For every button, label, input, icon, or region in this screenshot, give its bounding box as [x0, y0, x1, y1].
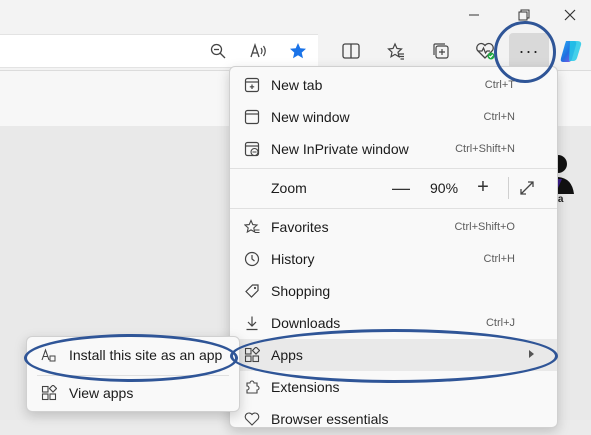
download-icon — [244, 315, 260, 331]
menu-item-zoom: Zoom — 90% + — [230, 172, 557, 204]
shortcut-label: Ctrl+H — [483, 253, 515, 265]
menu-item-new-window[interactable]: New window Ctrl+N — [230, 101, 557, 133]
favorite-star-icon[interactable] — [287, 40, 309, 62]
history-icon — [244, 251, 260, 267]
submenu-item-label: View apps — [69, 385, 134, 401]
zoom-in-button[interactable]: + — [475, 177, 491, 197]
menu-item-label: Zoom — [271, 180, 307, 196]
extensions-icon — [244, 379, 260, 395]
menu-divider — [230, 168, 557, 169]
menu-item-shopping[interactable]: Shopping — [230, 275, 557, 307]
menu-item-label: New InPrivate window — [271, 141, 409, 157]
menu-item-favorites[interactable]: Favorites Ctrl+Shift+O — [230, 211, 557, 243]
browser-essentials-icon — [244, 411, 260, 427]
menu-item-label: Favorites — [271, 219, 329, 235]
menu-item-new-tab[interactable]: New tab Ctrl+T — [230, 69, 557, 101]
submenu-divider — [37, 375, 229, 376]
chevron-right-icon — [529, 350, 534, 358]
split-screen-icon[interactable] — [340, 40, 362, 62]
new-window-icon — [244, 109, 260, 125]
view-apps-icon — [41, 384, 58, 401]
menu-item-downloads[interactable]: Downloads Ctrl+J — [230, 307, 557, 339]
menu-item-label: New tab — [271, 77, 323, 93]
zoom-divider — [508, 177, 509, 199]
shopping-tag-icon — [244, 283, 260, 299]
menu-item-label: Extensions — [271, 379, 340, 395]
address-bar[interactable] — [0, 34, 318, 68]
menu-item-label: Apps — [271, 347, 303, 363]
settings-more-icon: ··· — [518, 40, 540, 61]
shortcut-label: Ctrl+N — [483, 111, 515, 123]
read-aloud-icon[interactable] — [248, 40, 270, 62]
zoom-out-button[interactable]: — — [392, 178, 410, 198]
menu-item-label: New window — [271, 109, 350, 125]
fullscreen-icon[interactable] — [519, 180, 535, 196]
browser-essentials-icon[interactable] — [474, 40, 496, 62]
submenu-item-view-apps[interactable]: View apps — [27, 377, 239, 409]
install-app-icon — [41, 347, 57, 363]
menu-divider — [230, 208, 557, 209]
apps-submenu: Install this site as an app View apps — [26, 336, 240, 412]
copilot-icon[interactable] — [558, 38, 584, 64]
title-bar — [0, 0, 591, 30]
restore-icon[interactable] — [513, 6, 535, 24]
menu-item-apps[interactable]: Apps — [230, 339, 557, 371]
settings-more-button[interactable]: ··· — [509, 33, 549, 69]
apps-icon — [244, 346, 261, 363]
menu-item-label: History — [271, 251, 315, 267]
shortcut-label: Ctrl+Shift+O — [454, 221, 515, 233]
menu-item-label: Shopping — [271, 283, 331, 299]
settings-menu: New tab Ctrl+T New window Ctrl+N New InP… — [229, 66, 558, 428]
zoom-out-icon[interactable] — [207, 40, 229, 62]
menu-item-history[interactable]: History Ctrl+H — [230, 243, 557, 275]
collections-icon[interactable] — [430, 40, 452, 62]
shortcut-label: Ctrl+Shift+N — [455, 143, 515, 155]
favorites-icon[interactable] — [385, 40, 407, 62]
new-tab-icon — [244, 77, 260, 93]
shortcut-label: Ctrl+T — [484, 79, 515, 91]
menu-item-extensions[interactable]: Extensions — [230, 371, 557, 403]
menu-item-label: Browser essentials — [271, 411, 389, 427]
close-icon[interactable] — [559, 6, 581, 24]
submenu-item-label: Install this site as an app — [69, 347, 223, 363]
menu-item-label: Downloads — [271, 315, 341, 331]
favorites-icon — [243, 219, 260, 235]
menu-item-browser-essentials[interactable]: Browser essentials — [230, 403, 557, 435]
minimize-icon[interactable] — [463, 6, 485, 24]
zoom-level: 90% — [430, 180, 459, 196]
shortcut-label: Ctrl+J — [485, 317, 515, 329]
menu-item-new-inprivate[interactable]: New InPrivate window Ctrl+Shift+N — [230, 133, 557, 165]
submenu-item-install-site[interactable]: Install this site as an app — [27, 339, 239, 371]
inprivate-icon — [244, 141, 260, 157]
